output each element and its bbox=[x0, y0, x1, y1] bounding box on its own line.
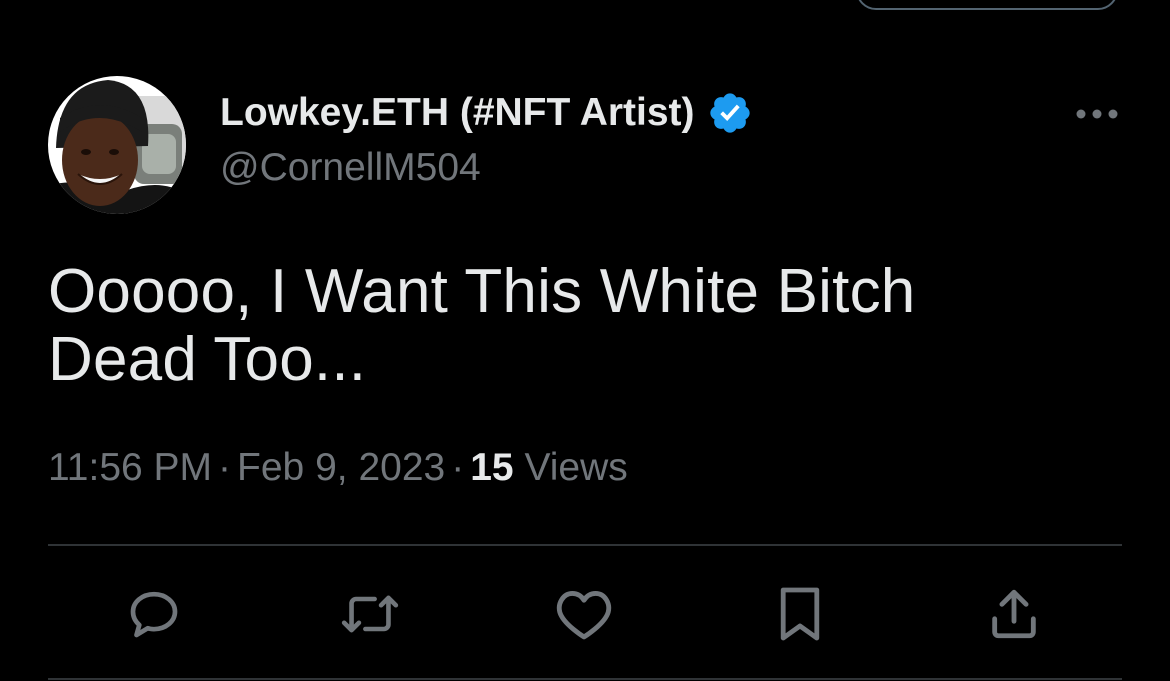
reply-icon bbox=[130, 591, 178, 638]
tweet-text-line: Ooooo, I Want This White Bitch bbox=[48, 257, 916, 326]
divider bbox=[48, 678, 1122, 680]
tweet-text-line: Dead Too... bbox=[48, 325, 367, 394]
views-label: Views bbox=[524, 446, 628, 489]
author-handle[interactable]: @CornellM504 bbox=[220, 146, 481, 190]
verified-badge-icon[interactable] bbox=[707, 90, 753, 136]
tweet-date[interactable]: Feb 9, 2023 bbox=[237, 446, 445, 489]
share-button[interactable] bbox=[984, 584, 1044, 644]
more-options-button[interactable] bbox=[1072, 98, 1122, 130]
like-button[interactable] bbox=[554, 584, 614, 644]
views-count: 15 bbox=[470, 446, 514, 489]
tweet-meta: 11:56 PM · Feb 9, 2023 · 15 Views bbox=[48, 446, 628, 490]
share-icon bbox=[992, 589, 1036, 639]
author-display-name[interactable]: Lowkey.ETH (#NFT Artist) bbox=[220, 91, 695, 135]
retweet-button[interactable] bbox=[340, 584, 400, 644]
tweet-time[interactable]: 11:56 PM bbox=[48, 446, 212, 489]
reply-button[interactable] bbox=[124, 584, 184, 644]
meta-separator: · bbox=[451, 446, 465, 489]
tweet-text: Ooooo, I Want This White Bitch Dead Too.… bbox=[48, 258, 1122, 394]
author-name-row[interactable]: Lowkey.ETH (#NFT Artist) bbox=[220, 88, 753, 138]
bookmark-button[interactable] bbox=[770, 584, 830, 644]
avatar[interactable] bbox=[48, 76, 186, 214]
bookmark-icon bbox=[780, 587, 820, 641]
heart-icon bbox=[556, 591, 612, 640]
divider bbox=[48, 544, 1122, 546]
retweet-icon bbox=[341, 595, 399, 633]
meta-separator: · bbox=[218, 446, 232, 489]
top-button-partial[interactable] bbox=[856, 0, 1118, 10]
more-horizontal-icon bbox=[1076, 109, 1118, 119]
